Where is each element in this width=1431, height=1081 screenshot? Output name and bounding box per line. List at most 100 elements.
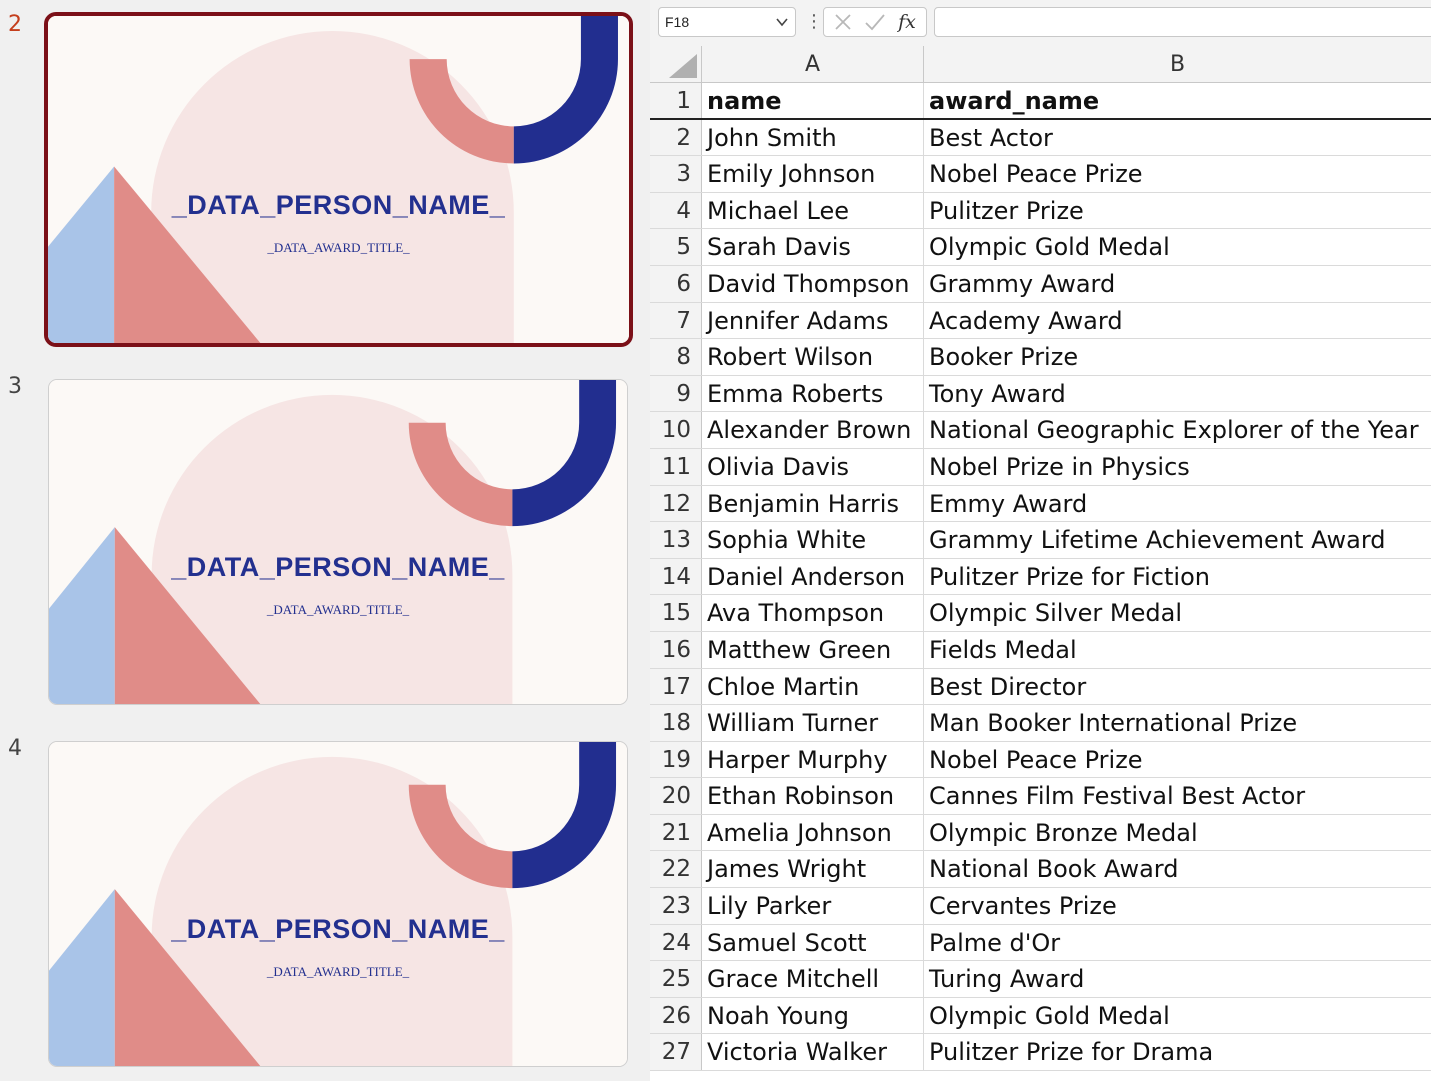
cell[interactable]: Grammy Lifetime Achievement Award: [924, 522, 1431, 558]
cell[interactable]: Olympic Silver Medal: [924, 595, 1431, 631]
cell[interactable]: Ava Thompson: [702, 595, 924, 631]
cell[interactable]: Daniel Anderson: [702, 558, 924, 595]
checkmark-icon[interactable]: [860, 8, 890, 36]
table-row: 15 Ava Thompson Olympic Silver Medal: [650, 595, 1431, 632]
cell[interactable]: Olympic Bronze Medal: [924, 815, 1431, 851]
cell[interactable]: Samuel Scott: [702, 924, 924, 961]
row-header[interactable]: 27: [650, 1034, 702, 1071]
cell[interactable]: Robert Wilson: [702, 339, 924, 375]
cell[interactable]: Olympic Gold Medal: [924, 998, 1431, 1034]
row-header[interactable]: 18: [650, 705, 702, 741]
cell[interactable]: Booker Prize: [924, 339, 1431, 375]
row-header[interactable]: 15: [650, 595, 702, 631]
row-header[interactable]: 4: [650, 192, 702, 229]
cell[interactable]: National Geographic Explorer of the Year: [924, 412, 1431, 448]
row-header[interactable]: 12: [650, 485, 702, 522]
cell[interactable]: David Thompson: [702, 265, 924, 302]
cell[interactable]: Benjamin Harris: [702, 485, 924, 522]
row-header[interactable]: 9: [650, 375, 702, 412]
cell[interactable]: James Wright: [702, 851, 924, 888]
row-header[interactable]: 19: [650, 741, 702, 778]
row-header[interactable]: 17: [650, 668, 702, 705]
cell[interactable]: William Turner: [702, 705, 924, 741]
cell[interactable]: Alexander Brown: [702, 412, 924, 448]
cell[interactable]: Olivia Davis: [702, 448, 924, 485]
cell[interactable]: Best Director: [924, 669, 1431, 705]
cell[interactable]: Olympic Gold Medal: [924, 229, 1431, 265]
cell[interactable]: Matthew Green: [702, 631, 924, 668]
slide-thumbnail-3[interactable]: _DATA_PERSON_NAME_ _DATA_AWARD_TITLE_: [48, 379, 628, 705]
cell[interactable]: Nobel Prize in Physics: [924, 449, 1431, 485]
row-header[interactable]: 22: [650, 851, 702, 888]
row-header[interactable]: 8: [650, 339, 702, 375]
cell[interactable]: Chloe Martin: [702, 668, 924, 705]
cell[interactable]: Lily Parker: [702, 888, 924, 924]
cell[interactable]: Nobel Peace Prize: [924, 742, 1431, 778]
cell[interactable]: Academy Award: [924, 303, 1431, 339]
cell[interactable]: Jennifer Adams: [702, 302, 924, 339]
cell[interactable]: Pulitzer Prize: [924, 193, 1431, 229]
table-row: 12 Benjamin Harris Emmy Award: [650, 485, 1431, 523]
row-header[interactable]: 2: [650, 119, 702, 156]
cell[interactable]: Fields Medal: [924, 632, 1431, 668]
insert-function-button[interactable]: fx: [892, 8, 922, 36]
cell[interactable]: Cervantes Prize: [924, 888, 1431, 924]
cancel-x-icon[interactable]: [828, 8, 858, 36]
cell[interactable]: Pulitzer Prize for Drama: [924, 1034, 1431, 1070]
table-row: 13 Sophia White Grammy Lifetime Achievemen…: [650, 522, 1431, 559]
row-header[interactable]: 21: [650, 814, 702, 851]
column-header-b[interactable]: B: [924, 46, 1431, 82]
cell[interactable]: Palme d'Or: [924, 925, 1431, 961]
cell[interactable]: Tony Award: [924, 376, 1431, 412]
cell[interactable]: Victoria Walker: [702, 1034, 924, 1071]
row-header[interactable]: 16: [650, 631, 702, 668]
cell[interactable]: Emily Johnson: [702, 156, 924, 192]
cell[interactable]: Grace Mitchell: [702, 961, 924, 997]
cell[interactable]: Emma Roberts: [702, 375, 924, 412]
row-header[interactable]: 5: [650, 229, 702, 265]
slide-thumbnail-2[interactable]: _DATA_PERSON_NAME_ _DATA_AWARD_TITLE_: [44, 12, 633, 347]
row-header[interactable]: 11: [650, 448, 702, 485]
cell[interactable]: Best Actor: [924, 120, 1431, 156]
formula-input[interactable]: [934, 7, 1431, 37]
cell[interactable]: Noah Young: [702, 997, 924, 1034]
row-header[interactable]: 1: [650, 83, 702, 118]
row-header[interactable]: 7: [650, 302, 702, 339]
cell[interactable]: Harper Murphy: [702, 741, 924, 778]
slide-number: 4: [8, 736, 22, 761]
row-header[interactable]: 26: [650, 997, 702, 1034]
cell[interactable]: Emmy Award: [924, 486, 1431, 522]
cell[interactable]: Amelia Johnson: [702, 814, 924, 851]
cell[interactable]: National Book Award: [924, 851, 1431, 887]
cell[interactable]: name: [702, 83, 924, 118]
cell[interactable]: Pulitzer Prize for Fiction: [924, 559, 1431, 595]
row-header[interactable]: 23: [650, 888, 702, 924]
table-row: 17 Chloe Martin Best Director: [650, 668, 1431, 706]
select-all-button[interactable]: [650, 46, 702, 82]
row-header[interactable]: 24: [650, 924, 702, 961]
name-box[interactable]: F18: [658, 7, 796, 37]
cell[interactable]: Michael Lee: [702, 192, 924, 229]
cell[interactable]: Sophia White: [702, 522, 924, 558]
slide-thumbnail-4[interactable]: _DATA_PERSON_NAME_ _DATA_AWARD_TITLE_: [48, 741, 628, 1067]
cell[interactable]: Cannes Film Festival Best Actor: [924, 778, 1431, 814]
row-header[interactable]: 13: [650, 522, 702, 558]
column-header-a[interactable]: A: [702, 46, 924, 82]
cell[interactable]: John Smith: [702, 119, 924, 156]
cell[interactable]: Turing Award: [924, 961, 1431, 997]
cell[interactable]: Ethan Robinson: [702, 778, 924, 814]
row-header[interactable]: 6: [650, 265, 702, 302]
more-options-icon[interactable]: ⋮: [805, 9, 823, 35]
row-header[interactable]: 20: [650, 778, 702, 814]
cell[interactable]: Grammy Award: [924, 266, 1431, 302]
table-row: 24 Samuel Scott Palme d'Or: [650, 924, 1431, 962]
row-header[interactable]: 25: [650, 961, 702, 997]
cell[interactable]: Man Booker International Prize: [924, 705, 1431, 741]
row-header[interactable]: 3: [650, 156, 702, 192]
row-header[interactable]: 14: [650, 558, 702, 595]
chevron-down-icon[interactable]: [775, 8, 789, 46]
cell[interactable]: Sarah Davis: [702, 229, 924, 265]
cell[interactable]: award_name: [924, 83, 1431, 118]
row-header[interactable]: 10: [650, 412, 702, 448]
cell[interactable]: Nobel Peace Prize: [924, 156, 1431, 192]
